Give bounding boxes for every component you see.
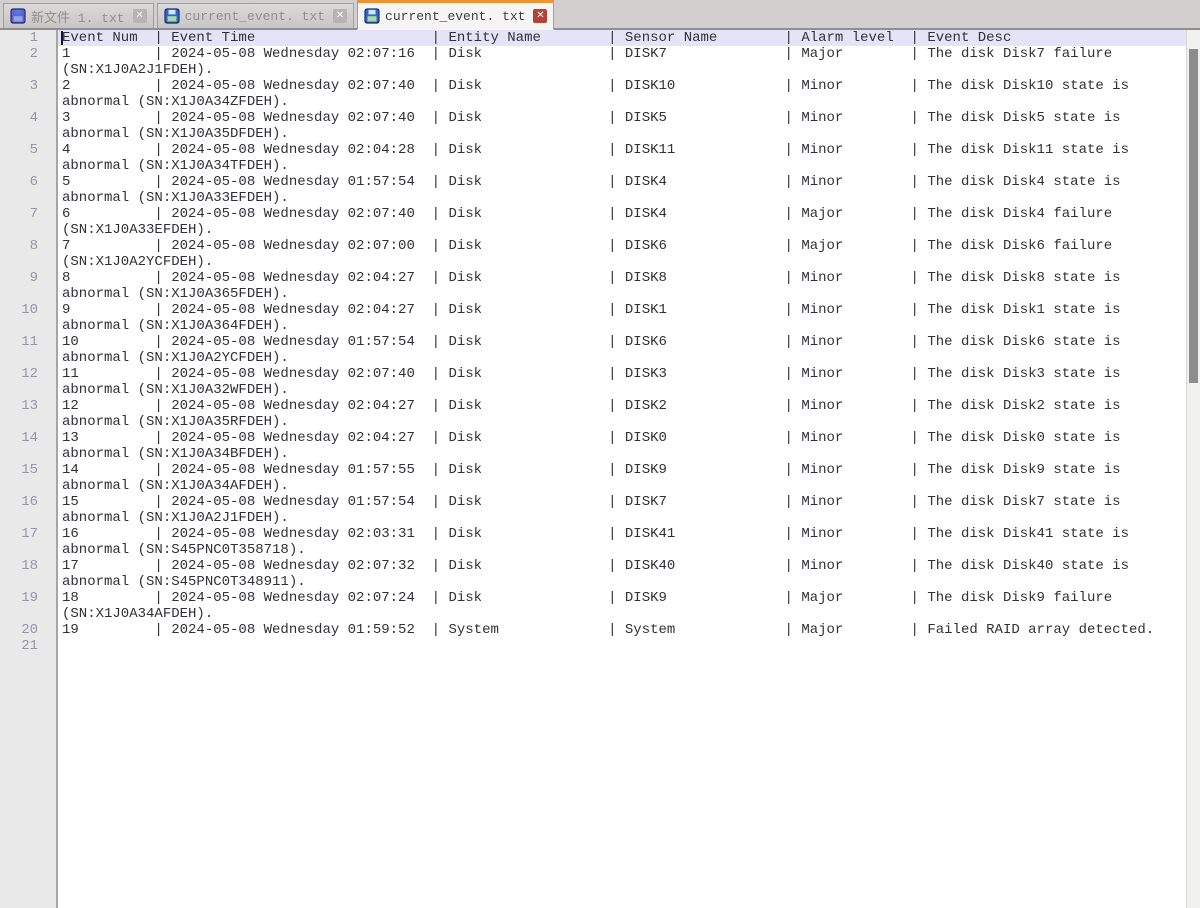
editor-line-text[interactable]: 5 | 2024-05-08 Wednesday 01:57:54 | Disk… [58,174,1186,206]
line-number: 5 [0,142,58,174]
line-number: 3 [0,78,58,110]
tab-close-icon[interactable]: ✕ [533,9,547,23]
editor-line-text[interactable]: 12 | 2024-05-08 Wednesday 02:04:27 | Dis… [58,398,1186,430]
line-number: 8 [0,238,58,270]
editor-line-text[interactable]: 13 | 2024-05-08 Wednesday 02:04:27 | Dis… [58,430,1186,462]
line-number: 4 [0,110,58,142]
editor-line-text[interactable]: 11 | 2024-05-08 Wednesday 02:07:40 | Dis… [58,366,1186,398]
text-caret [61,31,63,45]
editor-line-text[interactable]: 2 | 2024-05-08 Wednesday 02:07:40 | Disk… [58,78,1186,110]
line-number: 11 [0,334,58,366]
editor-line-text[interactable]: Event Num | Event Time | Entity Name | S… [58,30,1186,46]
tab-close-icon[interactable]: ✕ [133,9,147,23]
editor-line-text[interactable] [58,638,1186,654]
line-number: 14 [0,430,58,462]
editor-line: 76 | 2024-05-08 Wednesday 02:07:40 | Dis… [0,206,1186,238]
editor-line: 1716 | 2024-05-08 Wednesday 02:03:31 | D… [0,526,1186,558]
text-content: 1Event Num | Event Time | Entity Name | … [0,30,1186,654]
editor-line: 32 | 2024-05-08 Wednesday 02:07:40 | Dis… [0,78,1186,110]
line-number: 2 [0,46,58,78]
editor-line-text[interactable]: 16 | 2024-05-08 Wednesday 02:03:31 | Dis… [58,526,1186,558]
line-number: 20 [0,622,58,638]
line-number: 16 [0,494,58,526]
editor-line: 43 | 2024-05-08 Wednesday 02:07:40 | Dis… [0,110,1186,142]
tab-bar: 新文件 1. txt ✕ current_event. txt ✕ curren… [0,0,1200,30]
line-number: 18 [0,558,58,590]
editor-line: 1211 | 2024-05-08 Wednesday 02:07:40 | D… [0,366,1186,398]
editor-line: 1615 | 2024-05-08 Wednesday 01:57:54 | D… [0,494,1186,526]
tab-label: 新文件 1. txt [31,7,125,26]
editor-line: 1312 | 2024-05-08 Wednesday 02:04:27 | D… [0,398,1186,430]
editor-line-text[interactable]: 19 | 2024-05-08 Wednesday 01:59:52 | Sys… [58,622,1186,638]
editor-line-text[interactable]: 18 | 2024-05-08 Wednesday 02:07:24 | Dis… [58,590,1186,622]
editor-line: 1514 | 2024-05-08 Wednesday 01:57:55 | D… [0,462,1186,494]
line-number: 17 [0,526,58,558]
editor-line-text[interactable]: 9 | 2024-05-08 Wednesday 02:04:27 | Disk… [58,302,1186,334]
vertical-scrollbar[interactable] [1186,30,1200,908]
editor-line-text[interactable]: 10 | 2024-05-08 Wednesday 01:57:54 | Dis… [58,334,1186,366]
editor-line: 2019 | 2024-05-08 Wednesday 01:59:52 | S… [0,622,1186,638]
editor-line-text[interactable]: 8 | 2024-05-08 Wednesday 02:04:27 | Disk… [58,270,1186,302]
floppy-disk-icon [10,8,26,24]
line-number: 10 [0,302,58,334]
line-number: 15 [0,462,58,494]
editor-line: 98 | 2024-05-08 Wednesday 02:04:27 | Dis… [0,270,1186,302]
floppy-disk-icon [164,8,180,24]
line-number: 9 [0,270,58,302]
scrollbar-thumb[interactable] [1189,49,1198,383]
editor-line-text[interactable]: 17 | 2024-05-08 Wednesday 02:07:32 | Dis… [58,558,1186,590]
editor-line-text[interactable]: 4 | 2024-05-08 Wednesday 02:04:28 | Disk… [58,142,1186,174]
line-number: 6 [0,174,58,206]
editor-line: 1110 | 2024-05-08 Wednesday 01:57:54 | D… [0,334,1186,366]
editor-line: 1918 | 2024-05-08 Wednesday 02:07:24 | D… [0,590,1186,622]
editor-line: 1Event Num | Event Time | Entity Name | … [0,30,1186,46]
editor-line: 65 | 2024-05-08 Wednesday 01:57:54 | Dis… [0,174,1186,206]
editor-area: 1Event Num | Event Time | Entity Name | … [0,30,1200,908]
editor-line: 1413 | 2024-05-08 Wednesday 02:04:27 | D… [0,430,1186,462]
tab-new-file-1[interactable]: 新文件 1. txt ✕ [3,3,154,28]
editor-line: 21 [0,638,1186,654]
editor-line: 21 | 2024-05-08 Wednesday 02:07:16 | Dis… [0,46,1186,78]
editor-line: 54 | 2024-05-08 Wednesday 02:04:28 | Dis… [0,142,1186,174]
editor-line-text[interactable]: 3 | 2024-05-08 Wednesday 02:07:40 | Disk… [58,110,1186,142]
line-number: 12 [0,366,58,398]
editor-line: 87 | 2024-05-08 Wednesday 02:07:00 | Dis… [0,238,1186,270]
line-number: 1 [0,30,58,46]
editor-line-text[interactable]: 6 | 2024-05-08 Wednesday 02:07:40 | Disk… [58,206,1186,238]
text-editor-window: 新文件 1. txt ✕ current_event. txt ✕ curren… [0,0,1200,908]
editor-line: 109 | 2024-05-08 Wednesday 02:04:27 | Di… [0,302,1186,334]
tab-current-event-1[interactable]: current_event. txt ✕ [157,3,354,28]
tab-label: current_event. txt [385,9,525,24]
editor-line-text[interactable]: 7 | 2024-05-08 Wednesday 02:07:00 | Disk… [58,238,1186,270]
editor-line-text[interactable]: 14 | 2024-05-08 Wednesday 01:57:55 | Dis… [58,462,1186,494]
tab-current-event-2-active[interactable]: current_event. txt ✕ [357,0,554,30]
editor-line-text[interactable]: 1 | 2024-05-08 Wednesday 02:07:16 | Disk… [58,46,1186,78]
line-number: 19 [0,590,58,622]
tab-close-icon[interactable]: ✕ [333,9,347,23]
tab-label: current_event. txt [185,9,325,24]
editor-line-text[interactable]: 15 | 2024-05-08 Wednesday 01:57:54 | Dis… [58,494,1186,526]
line-number: 13 [0,398,58,430]
floppy-disk-icon [364,8,380,24]
line-number: 21 [0,638,58,654]
line-number: 7 [0,206,58,238]
editor-line: 1817 | 2024-05-08 Wednesday 02:07:32 | D… [0,558,1186,590]
